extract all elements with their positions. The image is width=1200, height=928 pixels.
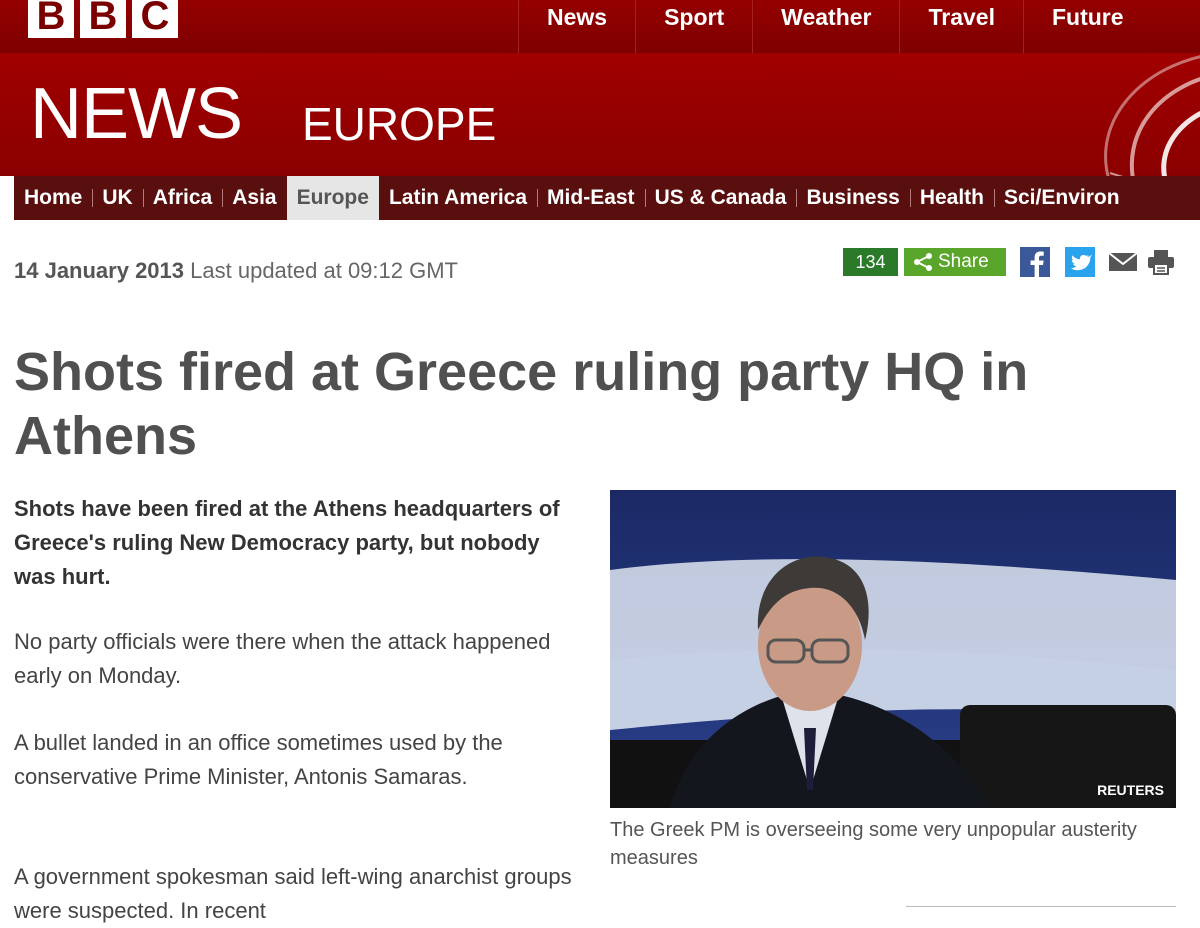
- last-updated: Last updated at 09:12 GMT: [190, 258, 458, 283]
- top-nav: News Sport Weather Travel Future: [518, 0, 1152, 53]
- article-paragraph: No party officials were there when the a…: [14, 629, 551, 688]
- section-latin-america[interactable]: Latin America: [379, 176, 537, 220]
- twitter-icon[interactable]: [1065, 247, 1095, 277]
- section-home[interactable]: Home: [14, 176, 92, 220]
- article-date: 14 January 2013: [14, 258, 185, 283]
- logo-letter: B: [80, 0, 126, 38]
- section-nav: Home UK Africa Asia Europe Latin America…: [14, 176, 1200, 220]
- share-button[interactable]: Share: [904, 248, 1006, 276]
- share-label: Share: [938, 251, 989, 272]
- top-nav-news[interactable]: News: [518, 0, 635, 53]
- top-nav-weather[interactable]: Weather: [752, 0, 899, 53]
- photo-illustration: [610, 490, 1176, 808]
- masthead: NEWS EUROPE: [0, 53, 1200, 176]
- section-africa[interactable]: Africa: [142, 176, 223, 220]
- section-europe[interactable]: Europe: [286, 176, 379, 220]
- section-uk[interactable]: UK: [92, 176, 142, 220]
- section-us-canada[interactable]: US & Canada: [644, 176, 797, 220]
- news-title[interactable]: NEWS: [30, 73, 243, 155]
- section-asia[interactable]: Asia: [222, 176, 286, 220]
- facebook-icon[interactable]: [1020, 247, 1050, 277]
- bbc-logo[interactable]: B B C: [28, 0, 178, 38]
- email-icon[interactable]: [1108, 247, 1138, 277]
- section-sci-environ[interactable]: Sci/Environ: [994, 176, 1130, 220]
- article-headline: Shots fired at Greece ruling party HQ in…: [14, 342, 1029, 466]
- top-bar: B B C News Sport Weather Travel Future: [0, 0, 1200, 53]
- section-health[interactable]: Health: [909, 176, 994, 220]
- logo-letter: C: [132, 0, 178, 38]
- decorative-swirl: [1104, 55, 1200, 176]
- article-paragraph: A government spokesman said left-wing an…: [14, 864, 572, 923]
- print-icon[interactable]: [1146, 247, 1176, 277]
- section-business[interactable]: Business: [796, 176, 909, 220]
- photo-caption: The Greek PM is overseeing some very unp…: [610, 819, 1137, 869]
- top-nav-sport[interactable]: Sport: [635, 0, 752, 53]
- article-photo: REUTERS: [610, 490, 1176, 808]
- article-paragraph: A bullet landed in an office sometimes u…: [14, 730, 503, 789]
- article-intro: Shots have been fired at the Athens head…: [14, 496, 560, 589]
- top-nav-future[interactable]: Future: [1022, 0, 1152, 53]
- share-count: 134: [843, 248, 898, 276]
- section-title: EUROPE: [302, 98, 497, 150]
- divider: [906, 906, 1176, 907]
- top-nav-travel[interactable]: Travel: [899, 0, 1023, 53]
- dateline: 14 January 2013 Last updated at 09:12 GM…: [14, 258, 458, 284]
- section-mid-east[interactable]: Mid-East: [537, 176, 645, 220]
- share-icon: [914, 253, 932, 271]
- photo-credit: REUTERS: [1097, 782, 1164, 798]
- logo-letter: B: [28, 0, 74, 38]
